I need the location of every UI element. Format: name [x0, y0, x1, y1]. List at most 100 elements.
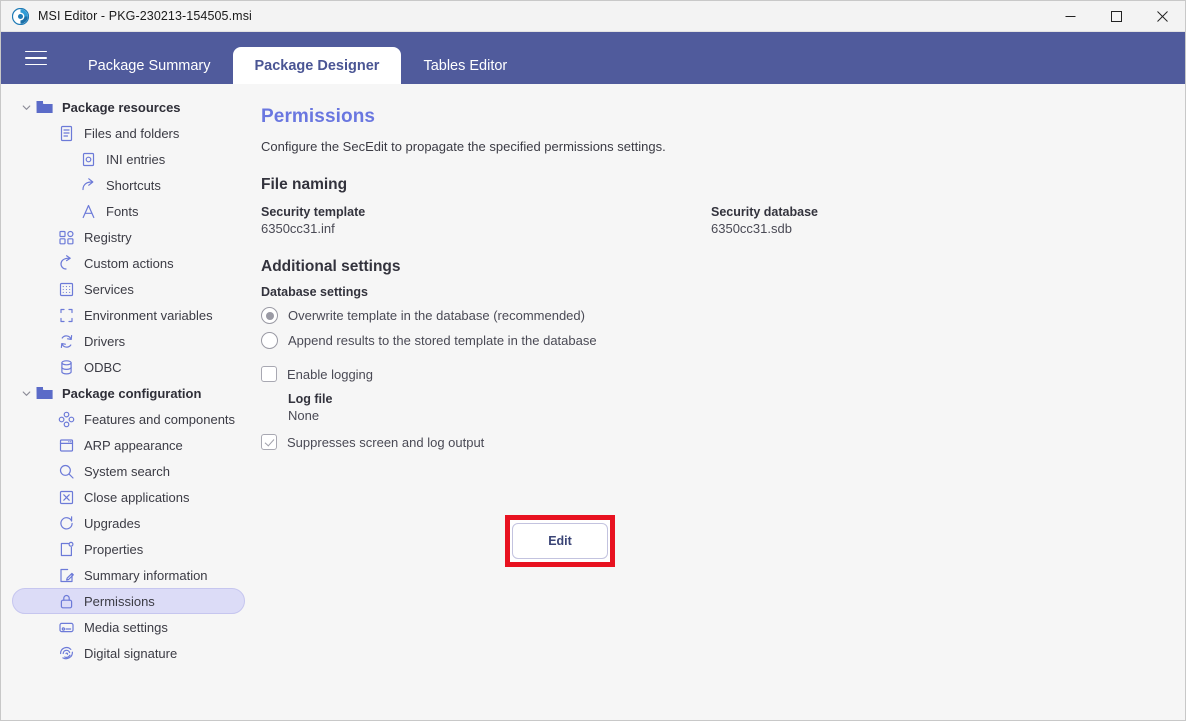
content-pane: Permissions Configure the SecEdit to pro… — [256, 84, 1185, 720]
features-nodes-icon — [56, 410, 76, 428]
sidebar-item-label: Environment variables — [84, 307, 213, 323]
shortcut-arrow-icon — [78, 176, 98, 194]
security-template-value: 6350cc31.inf — [261, 221, 335, 236]
sidebar-item-ini-entries[interactable]: INI entries — [12, 146, 245, 172]
sidebar-item-label: INI entries — [106, 151, 166, 167]
sidebar-item-custom-actions[interactable]: Custom actions — [12, 250, 245, 276]
minimize-icon[interactable] — [1047, 1, 1093, 32]
tab-package-designer[interactable]: Package Designer — [232, 47, 402, 84]
summary-edit-icon — [56, 566, 76, 584]
close-icon[interactable] — [1139, 1, 1185, 32]
checkbox-label: Enable logging — [287, 366, 374, 382]
sidebar-item-label: Summary information — [84, 567, 208, 583]
database-cylinder-icon — [56, 358, 76, 376]
drivers-refresh-icon — [56, 332, 76, 350]
security-template-field: Security template 6350cc31.inf — [261, 205, 711, 236]
security-template-label: Security template — [261, 205, 366, 219]
database-settings-label: Database settings — [261, 285, 368, 299]
sidebar-item-label: ARP appearance — [84, 437, 183, 453]
properties-icon — [56, 540, 76, 558]
arp-window-icon — [56, 436, 76, 454]
sidebar-item-label: Features and components — [84, 411, 236, 427]
font-letter-a-icon — [78, 202, 98, 220]
sidebar-item-media-settings[interactable]: Media settings — [12, 614, 245, 640]
tab-label: Package Designer — [254, 57, 380, 74]
checkbox-icon[interactable] — [261, 366, 277, 382]
sidebar-item-label: Package resources — [62, 99, 181, 115]
section-file-naming: File naming — [261, 176, 348, 193]
sidebar-item-arp-appearance[interactable]: ARP appearance — [12, 432, 245, 458]
sidebar-item-files-and-folders[interactable]: Files and folders — [12, 120, 245, 146]
log-file-field: Log file None — [288, 392, 1185, 423]
sidebar-item-fonts[interactable]: Fonts — [12, 198, 245, 224]
radio-button-icon[interactable] — [261, 332, 278, 349]
chevron-down-icon[interactable] — [18, 102, 34, 113]
sidebar-item-permissions[interactable]: Permissions — [12, 588, 245, 614]
sidebar-item-drivers[interactable]: Drivers — [12, 328, 245, 354]
services-grid-icon — [56, 280, 76, 298]
sidebar-item-package-resources[interactable]: Package resources — [12, 94, 245, 120]
folder-icon — [34, 384, 54, 402]
sidebar-item-services[interactable]: Services — [12, 276, 245, 302]
sidebar-item-shortcuts[interactable]: Shortcuts — [12, 172, 245, 198]
tab-bar: Package Summary Package Designer Tables … — [66, 32, 529, 84]
sidebar-item-upgrades[interactable]: Upgrades — [12, 510, 245, 536]
radio-button-icon[interactable] — [261, 307, 278, 324]
file-naming-fields: Security template 6350cc31.inf Security … — [261, 205, 1185, 236]
sidebar-item-features-and-components[interactable]: Features and components — [12, 406, 245, 432]
sidebar-item-system-search[interactable]: System search — [12, 458, 245, 484]
sidebar-item-summary-information[interactable]: Summary information — [12, 562, 245, 588]
sidebar-item-label: Properties — [84, 541, 144, 557]
maximize-icon[interactable] — [1093, 1, 1139, 32]
sidebar-item-label: Files and folders — [84, 125, 180, 141]
sidebar-item-label: Package configuration — [62, 385, 202, 401]
sidebar-item-odbc[interactable]: ODBC — [12, 354, 245, 380]
upgrade-refresh-icon — [56, 514, 76, 532]
window-controls — [1047, 1, 1185, 32]
radio-label: Append results to the stored template in… — [288, 333, 597, 348]
tab-tables-editor[interactable]: Tables Editor — [401, 48, 529, 84]
lock-icon — [56, 592, 76, 610]
radio-append-results[interactable]: Append results to the stored template in… — [261, 332, 1185, 349]
page-title: Permissions — [261, 106, 376, 127]
tab-label: Package Summary — [88, 58, 211, 74]
security-database-label: Security database — [711, 205, 818, 219]
msi-editor-logo-icon — [11, 7, 30, 25]
tab-package-summary[interactable]: Package Summary — [66, 48, 233, 84]
ini-entries-icon — [78, 150, 98, 168]
security-database-value: 6350cc31.sdb — [711, 221, 792, 236]
sidebar-item-label: Shortcuts — [106, 177, 161, 193]
document-icon — [56, 124, 76, 142]
hamburger-menu-icon[interactable] — [21, 46, 51, 70]
sidebar-item-close-applications[interactable]: Close applications — [12, 484, 245, 510]
checkbox-label: Suppresses screen and log output — [287, 434, 485, 450]
sidebar-item-digital-signature[interactable]: Digital signature — [12, 640, 245, 666]
sidebar-item-label: Close applications — [84, 489, 190, 505]
radio-label: Overwrite template in the database (reco… — [288, 308, 585, 323]
search-icon — [56, 462, 76, 480]
sidebar-item-properties[interactable]: Properties — [12, 536, 245, 562]
sidebar-item-label: Permissions — [84, 593, 155, 609]
sidebar-item-label: Custom actions — [84, 255, 174, 271]
sidebar-item-label: System search — [84, 463, 170, 479]
sidebar-item-label: Registry — [84, 229, 132, 245]
sidebar-item-registry[interactable]: Registry — [12, 224, 245, 250]
radio-overwrite-template[interactable]: Overwrite template in the database (reco… — [261, 307, 1185, 324]
sidebar-item-environment-variables[interactable]: Environment variables — [12, 302, 245, 328]
checkbox-enable-logging[interactable]: Enable logging — [261, 366, 1185, 382]
security-database-field: Security database 6350cc31.sdb — [711, 205, 1161, 236]
environment-brackets-icon — [56, 306, 76, 324]
sidebar-item-label: Media settings — [84, 619, 168, 635]
sidebar-item-package-configuration[interactable]: Package configuration — [12, 380, 245, 406]
log-file-label: Log file — [288, 392, 333, 406]
title-bar: MSI Editor - PKG-230213-154505.msi — [1, 1, 1185, 32]
chevron-down-icon[interactable] — [18, 388, 34, 399]
checkbox-suppress-output[interactable]: Suppresses screen and log output — [261, 434, 1185, 450]
edit-button[interactable]: Edit — [512, 523, 608, 559]
checkbox-icon[interactable] — [261, 434, 277, 450]
registry-blocks-icon — [56, 228, 76, 246]
log-file-value: None — [288, 408, 320, 423]
sidebar-item-label: Fonts — [106, 203, 139, 219]
sidebar-item-label: Digital signature — [84, 645, 178, 661]
sidebar-tree[interactable]: Package resources Files and folders INI en… — [1, 84, 256, 720]
